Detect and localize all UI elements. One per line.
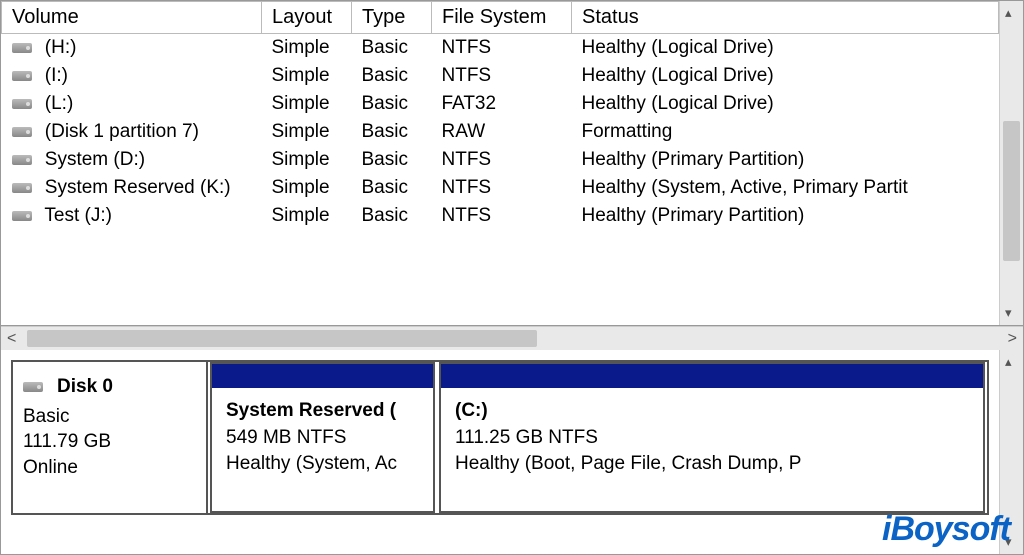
volume-status: Formatting: [572, 118, 999, 146]
volume-name: System (D:): [40, 149, 146, 170]
volume-type: Basic: [352, 90, 432, 118]
partition-title: (C:): [455, 398, 969, 425]
volume-list-pane: Volume Layout Type File System Status (H…: [1, 1, 1023, 326]
volume-status: Healthy (Logical Drive): [572, 90, 999, 118]
volume-fs: FAT32: [432, 90, 572, 118]
volume-type: Basic: [352, 202, 432, 230]
scroll-thumb-h[interactable]: [27, 330, 537, 347]
drive-icon: [12, 127, 32, 137]
disk-layout-pane: Disk 0 Basic 111.79 GB Online System Res…: [1, 350, 1023, 554]
partition-c[interactable]: (C:) 111.25 GB NTFS Healthy (Boot, Page …: [439, 362, 985, 513]
volume-row[interactable]: Test (J:) SimpleBasicNTFSHealthy (Primary…: [2, 202, 999, 230]
volume-status: Healthy (Primary Partition): [572, 146, 999, 174]
volume-layout: Simple: [262, 174, 352, 202]
partition-status: Healthy (Boot, Page File, Crash Dump, P: [455, 451, 969, 478]
volume-type: Basic: [352, 34, 432, 63]
volume-name: (H:): [40, 37, 77, 58]
volume-layout: Simple: [262, 90, 352, 118]
volume-fs: NTFS: [432, 202, 572, 230]
disk-type: Basic: [23, 404, 196, 430]
volume-layout: Simple: [262, 34, 352, 63]
volume-name: (Disk 1 partition 7): [40, 121, 199, 142]
volume-name: Test (J:): [40, 205, 113, 226]
disk-state: Online: [23, 455, 196, 481]
scroll-left-icon[interactable]: <: [7, 330, 16, 348]
volume-layout: Simple: [262, 146, 352, 174]
volume-name: (L:): [40, 93, 74, 114]
col-header-volume[interactable]: Volume: [2, 2, 262, 34]
col-header-layout[interactable]: Layout: [262, 2, 352, 34]
col-header-filesystem[interactable]: File System: [432, 2, 572, 34]
drive-icon: [12, 155, 32, 165]
volume-layout: Simple: [262, 62, 352, 90]
partition-system-reserved[interactable]: System Reserved ( 549 MB NTFS Healthy (S…: [210, 362, 435, 513]
volume-row[interactable]: (H:) SimpleBasicNTFSHealthy (Logical Driv…: [2, 34, 999, 63]
volume-layout: Simple: [262, 202, 352, 230]
drive-icon: [12, 183, 32, 193]
scroll-down-icon[interactable]: ▾: [1005, 534, 1012, 550]
scroll-up-icon[interactable]: ▴: [1005, 354, 1012, 370]
volume-status: Healthy (Logical Drive): [572, 62, 999, 90]
drive-icon: [12, 211, 32, 221]
volume-status: Healthy (Primary Partition): [572, 202, 999, 230]
volume-table: Volume Layout Type File System Status (H…: [1, 1, 999, 230]
scroll-down-icon[interactable]: ▾: [1005, 305, 1012, 321]
volume-type: Basic: [352, 62, 432, 90]
volume-horizontal-scrollbar[interactable]: < >: [1, 326, 1023, 350]
volume-row[interactable]: (I:) SimpleBasicNTFSHealthy (Logical Driv…: [2, 62, 999, 90]
volume-fs: NTFS: [432, 174, 572, 202]
volume-name: System Reserved (K:): [40, 177, 231, 198]
volume-vertical-scrollbar[interactable]: ▴ ▾: [999, 1, 1023, 325]
volume-status: Healthy (System, Active, Primary Partit: [572, 174, 999, 202]
volume-row[interactable]: (L:) SimpleBasicFAT32Healthy (Logical Dri…: [2, 90, 999, 118]
volume-name: (I:): [40, 65, 69, 86]
disk-row[interactable]: Disk 0 Basic 111.79 GB Online System Res…: [11, 360, 989, 515]
drive-icon: [12, 99, 32, 109]
volume-fs: NTFS: [432, 34, 572, 63]
volume-layout: Simple: [262, 118, 352, 146]
volume-fs: NTFS: [432, 146, 572, 174]
col-header-type[interactable]: Type: [352, 2, 432, 34]
volume-type: Basic: [352, 118, 432, 146]
partition-color-bar: [441, 364, 983, 388]
partition-status: Healthy (System, Ac: [226, 451, 419, 478]
volume-status: Healthy (Logical Drive): [572, 34, 999, 63]
drive-icon: [12, 43, 32, 53]
volume-fs: RAW: [432, 118, 572, 146]
scroll-right-icon[interactable]: >: [1008, 330, 1017, 348]
volume-type: Basic: [352, 146, 432, 174]
volume-row[interactable]: (Disk 1 partition 7) SimpleBasicRAWFormat…: [2, 118, 999, 146]
scroll-thumb[interactable]: [1003, 121, 1020, 261]
volume-fs: NTFS: [432, 62, 572, 90]
partition-sizefs: 549 MB NTFS: [226, 425, 419, 452]
disk-vertical-scrollbar[interactable]: ▴ ▾: [999, 350, 1023, 554]
partition-title: System Reserved (: [226, 398, 419, 425]
disk-name: Disk 0: [57, 374, 113, 400]
volume-row[interactable]: System (D:) SimpleBasicNTFSHealthy (Prima…: [2, 146, 999, 174]
disk-size: 111.79 GB: [23, 429, 196, 455]
col-header-status[interactable]: Status: [572, 2, 999, 34]
partition-color-bar: [212, 364, 433, 388]
disk-meta[interactable]: Disk 0 Basic 111.79 GB Online: [13, 362, 208, 513]
volume-type: Basic: [352, 174, 432, 202]
scroll-up-icon[interactable]: ▴: [1005, 5, 1012, 21]
volume-row[interactable]: System Reserved (K:) SimpleBasicNTFSHealt…: [2, 174, 999, 202]
disk-icon: [23, 382, 43, 392]
partition-sizefs: 111.25 GB NTFS: [455, 425, 969, 452]
drive-icon: [12, 71, 32, 81]
